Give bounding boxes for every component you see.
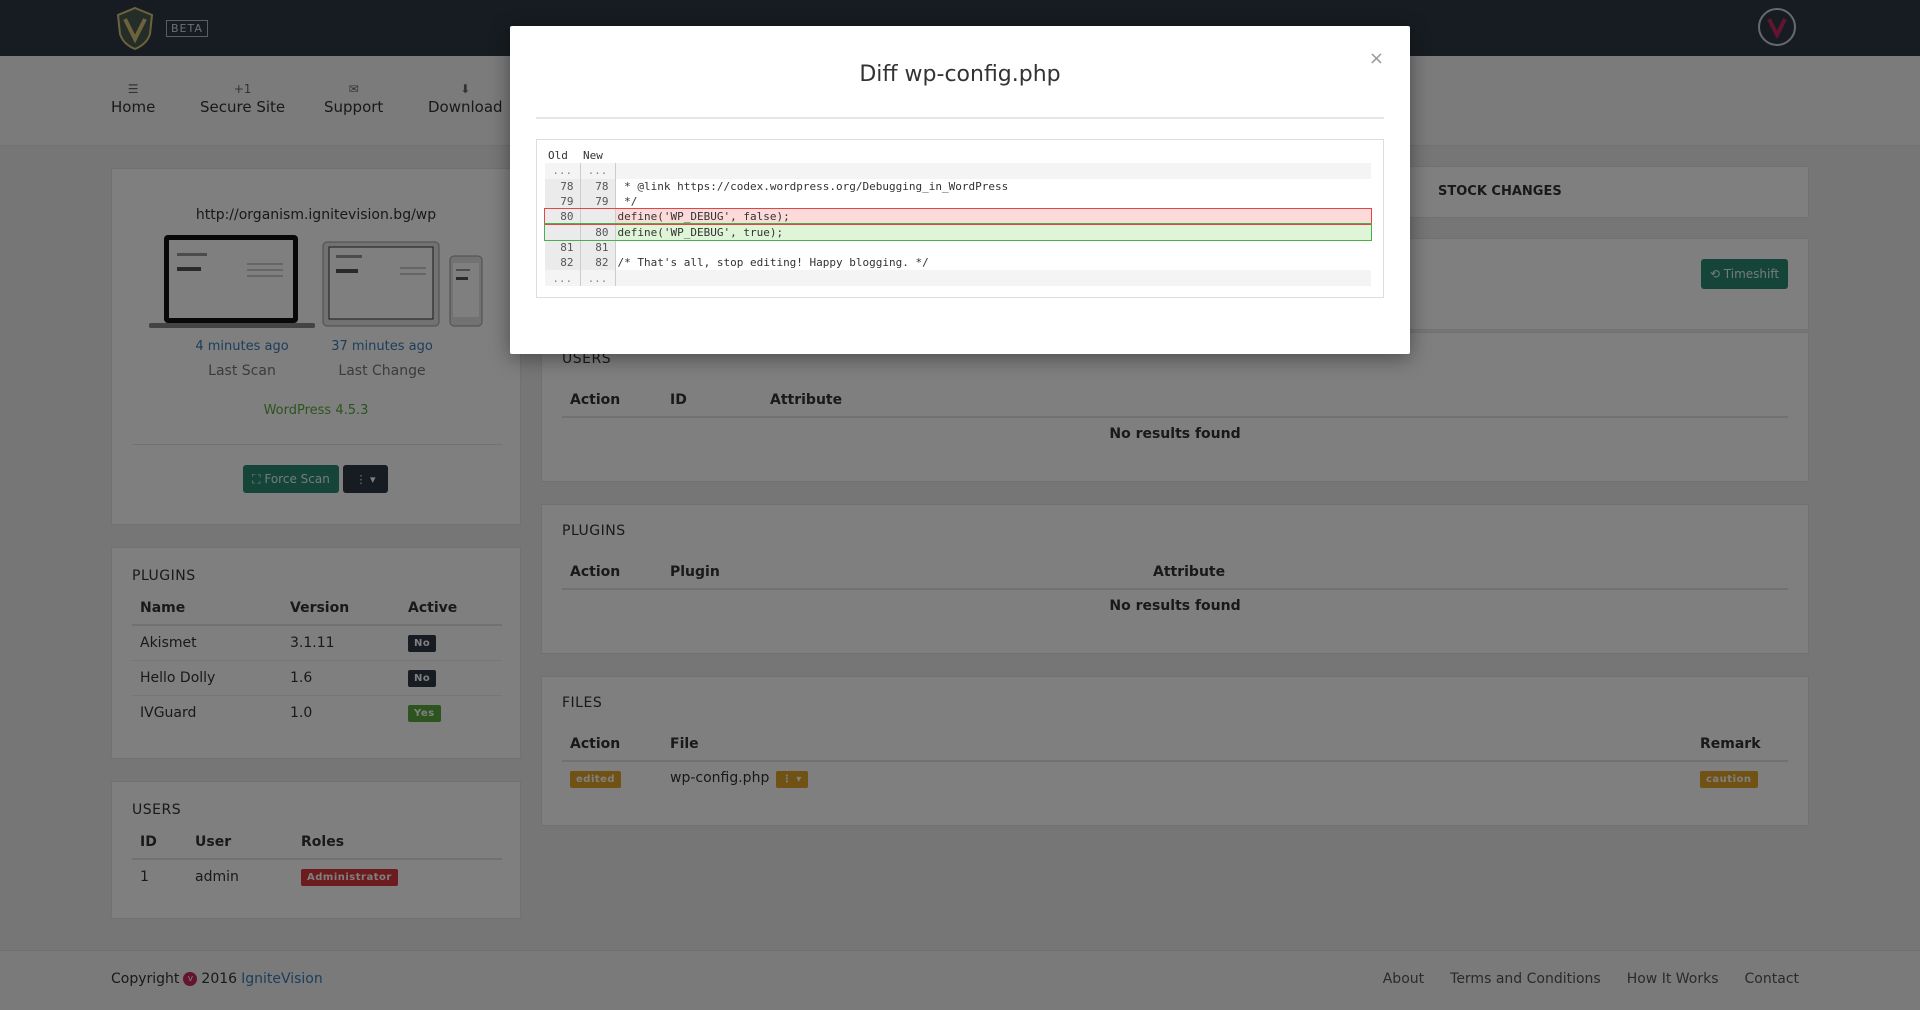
modal-divider [536,117,1384,119]
diff-modal: Diff wp-config.php × Old New ...... 78 78 … [510,26,1410,354]
new-line-number: 80 [580,224,616,240]
new-line-number: 78 [580,178,616,194]
new-line-number: 81 [580,239,616,256]
diff-line-ctx: 78 78 * @link https://codex.wordpress.org… [545,178,1371,194]
diff-header-code [615,148,1371,164]
old-line-number: 78 [545,178,581,194]
diff-table: Old New ...... 78 78 * @link https://codex… [544,148,1372,286]
new-line-number [580,209,616,225]
diff-line-ins: 80 define('WP_DEBUG', true); [544,223,1372,241]
old-line-number: 82 [545,255,581,271]
diff-line-del: 80 define('WP_DEBUG', false); [544,208,1372,226]
old-line-number [545,224,581,240]
old-line-number: ... [545,270,581,286]
old-line-number: ... [545,163,581,179]
new-line-number: ... [580,270,616,286]
diff-header-old: Old [545,148,580,164]
diff-line-ctx: 81 81 [545,239,1371,256]
new-line-number: 79 [580,193,616,210]
code-line: /* That's all, stop editing! Happy blogg… [617,256,929,270]
code-line: */ [617,195,638,209]
new-line-number: 82 [580,255,616,271]
code-line [615,240,1371,255]
code-line: define('WP_DEBUG', false); [615,209,1371,225]
diff-line-sep: ...... [545,163,1371,179]
code-line [615,270,1371,286]
modal-title: Diff wp-config.php [859,62,1061,87]
close-icon[interactable]: × [1369,48,1384,69]
old-line-number: 81 [545,239,581,256]
code-line [615,163,1371,179]
diff-header-new: New [580,148,615,164]
code-line: * @link https://codex.wordpress.org/Debu… [617,179,1009,193]
code-line: define('WP_DEBUG', true); [615,224,1371,240]
new-line-number: ... [580,163,616,179]
diff-line-ctx: 82 82/* That's all, stop editing! Happy b… [545,255,1371,271]
diff-container: Old New ...... 78 78 * @link https://codex… [536,139,1384,298]
old-line-number: 79 [545,193,581,210]
diff-line-ctx: 79 79 */ [545,193,1371,210]
old-line-number: 80 [545,209,581,225]
diff-line-sep: ...... [545,270,1371,286]
